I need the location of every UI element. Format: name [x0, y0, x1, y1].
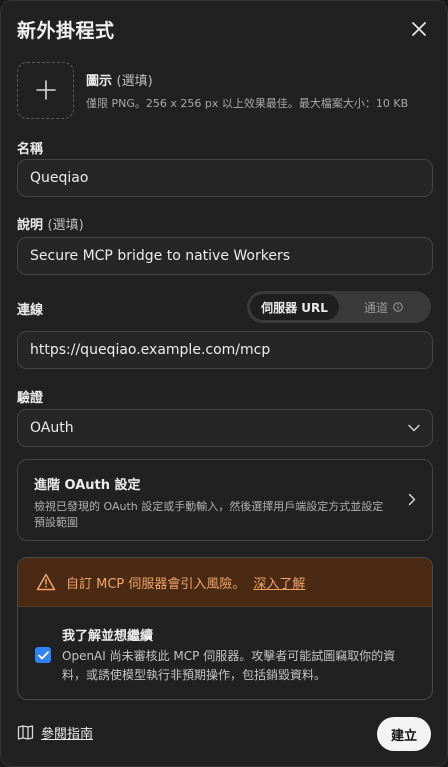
description-optional: (選填): [47, 218, 84, 233]
book-icon: [17, 725, 34, 740]
connection-option-label: 伺服器 URL: [261, 300, 328, 315]
acknowledge-checkbox[interactable]: [35, 647, 51, 663]
icon-label-text: 圖示: [86, 73, 113, 89]
acknowledge-section: 我了解並想繼續 OpenAI 尚未審核此 MCP 伺服器。攻擊者可能試圖竊取你的…: [18, 607, 432, 685]
icon-label: 圖示 (選填): [86, 70, 408, 89]
description-label: 說明 (選填): [17, 214, 84, 233]
advanced-oauth-settings[interactable]: 進階 OAuth 設定 檢視已發現的 OAuth 設定或手動輸入，然後選擇用戶端…: [17, 459, 433, 541]
connection-option-server-url[interactable]: 伺服器 URL: [250, 294, 339, 320]
chevron-down-icon: [408, 424, 420, 432]
chevron-right-icon: [408, 493, 416, 506]
risk-warning-card: 自訂 MCP 伺服器會引入風險。 深入了解 我了解並想繼續 OpenAI 尚未審核…: [17, 557, 433, 700]
auth-label-text: 驗證: [17, 391, 44, 406]
warning-triangle-icon: [36, 573, 56, 591]
auth-label: 驗證: [17, 387, 43, 406]
icon-hint: 僅限 PNG。256 x 256 px 以上效果最佳。最大檔案大小：10 KB: [86, 96, 409, 110]
create-button[interactable]: 建立: [377, 717, 431, 751]
learn-more-link[interactable]: 深入了解: [253, 577, 305, 592]
acknowledge-title: 我了解並想繼續: [62, 629, 154, 644]
name-label-text: 名稱: [17, 142, 44, 157]
close-button[interactable]: [407, 17, 431, 41]
warning-text: 自訂 MCP 伺服器會引入風險。 深入了解: [66, 573, 305, 592]
guide-link-label: 參閱指南: [41, 727, 94, 742]
icon-field: 圖示 (選填) 僅限 PNG。256 x 256 px 以上效果最佳。最大檔案大…: [17, 61, 431, 119]
dialog-title: 新外掛程式: [17, 19, 115, 42]
auth-select[interactable]: OAuth: [17, 409, 433, 447]
acknowledge-description: OpenAI 尚未審核此 MCP 伺服器。攻擊者可能試圖竊取你的資料，或誘使模型…: [62, 649, 396, 682]
close-icon: [412, 22, 426, 36]
warning-message: 自訂 MCP 伺服器會引入風險。: [66, 576, 246, 592]
dialog-header: 新外掛程式: [17, 15, 431, 43]
new-plugin-dialog: 新外掛程式 圖示 (選填) 僅限 PNG。256 x 256 px 以上效果最佳…: [0, 0, 448, 767]
connection-type-toggle: 伺服器 URL 通道: [247, 291, 431, 323]
plus-icon: [35, 80, 56, 100]
advanced-oauth-description: 檢視已發現的 OAuth 設定或手動輸入，然後選擇用戶端設定方式並設定預設範圍: [34, 500, 384, 529]
icon-optional: (選填): [116, 73, 153, 89]
guide-link[interactable]: 參閱指南: [17, 723, 93, 742]
server-url-input[interactable]: https://queqiao.example.com/mcp: [17, 331, 433, 369]
advanced-oauth-title: 進階 OAuth 設定: [34, 478, 141, 493]
auth-select-value: OAuth: [30, 420, 74, 436]
icon-upload-button[interactable]: [17, 61, 74, 119]
check-icon: [37, 650, 49, 659]
info-icon: [393, 302, 403, 312]
connection-option-label: 通道: [363, 300, 388, 315]
warning-banner: 自訂 MCP 伺服器會引入風險。 深入了解: [18, 558, 432, 607]
name-label: 名稱: [17, 138, 43, 157]
connection-label: 連線: [17, 299, 43, 318]
connection-label-text: 連線: [17, 303, 44, 318]
connection-option-tunnel[interactable]: 通道: [339, 294, 428, 320]
description-label-text: 說明: [17, 218, 44, 233]
icon-info: 圖示 (選填) 僅限 PNG。256 x 256 px 以上效果最佳。最大檔案大…: [86, 70, 408, 111]
description-input[interactable]: Secure MCP bridge to native Workers: [17, 237, 433, 275]
name-input[interactable]: Queqiao: [17, 159, 433, 197]
